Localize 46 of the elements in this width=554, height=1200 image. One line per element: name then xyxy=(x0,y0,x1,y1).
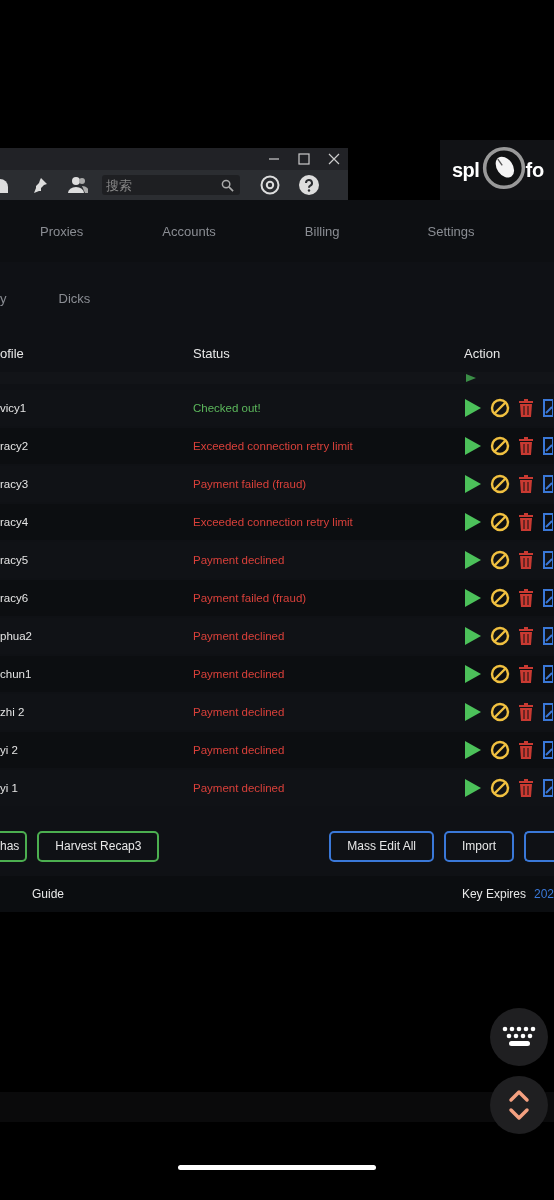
key-expires-label: Key Expires xyxy=(461,887,526,901)
status-cell-text: Payment declined xyxy=(193,554,286,566)
logo-text: fo xyxy=(525,158,545,182)
status-cell-text: Payment declined xyxy=(193,744,286,756)
status-cell-text: Payment declined xyxy=(193,668,286,680)
column-header: Action xyxy=(464,345,502,361)
profile-cell-text: chun1 xyxy=(0,668,33,680)
status-cell-text: Payment failed (fraud) xyxy=(193,478,308,490)
nav-tab[interactable]: Proxies xyxy=(40,223,84,239)
profile-cell-text: yi 2 xyxy=(0,744,19,756)
profile-cell-text: racy6 xyxy=(0,592,30,604)
search-field[interactable]: 搜索 xyxy=(102,175,240,195)
profile-cell-text: racy4 xyxy=(0,516,30,528)
task-row[interactable]: racy2 Exceeded connection retry limit xyxy=(0,428,554,464)
column-header: Status xyxy=(193,345,231,361)
status-cell-text: Payment declined xyxy=(193,706,286,718)
profile-cell-text: vicy1 xyxy=(0,402,28,414)
profile-cell-text: yi 1 xyxy=(0,782,19,794)
guide-link[interactable]: Guide xyxy=(32,887,65,901)
group-tab[interactable]: y xyxy=(0,290,7,306)
group-tab[interactable]: Dicks xyxy=(58,290,91,306)
status-cell-text: Exceeded connection retry limit xyxy=(193,516,354,528)
status-cell-text: Payment declined xyxy=(193,782,286,794)
status-cell-text: Checked out! xyxy=(193,402,262,414)
task-row[interactable]: yi 2 Payment declined xyxy=(0,732,554,768)
profile-cell-text: zhi 2 xyxy=(0,706,26,718)
task-row[interactable]: chun1 Payment declined xyxy=(0,656,554,692)
key-expiry-date: 202 xyxy=(533,887,554,901)
profile-cell-text: racy3 xyxy=(0,478,30,490)
profile-cell-text: racy5 xyxy=(0,554,30,566)
nav-tab[interactable]: Billing xyxy=(304,223,340,239)
status-cell-text: Payment declined xyxy=(193,630,286,642)
profile-cell-text: racy2 xyxy=(0,440,30,452)
status-cell-text: Payment failed (fraud) xyxy=(193,592,308,604)
profile-cell-text: phua2 xyxy=(0,630,33,642)
column-header: ofile xyxy=(0,345,25,361)
task-row[interactable]: racy4 Exceeded connection retry limit xyxy=(0,504,554,540)
outline-button[interactable]: has xyxy=(0,830,28,862)
nav-tab[interactable]: Accounts xyxy=(162,223,216,239)
task-row[interactable]: racy6 Payment failed (fraud) xyxy=(0,580,554,616)
status-cell-text: Exceeded connection retry limit xyxy=(193,440,354,452)
logo-text: spl xyxy=(452,158,480,182)
outline-button[interactable]: Import xyxy=(444,830,514,862)
nav-tab[interactable]: Settings xyxy=(427,223,475,239)
outline-button[interactable]: Harvest Recap3 xyxy=(37,830,160,862)
outline-button[interactable]: Mass Edit All xyxy=(329,830,434,862)
